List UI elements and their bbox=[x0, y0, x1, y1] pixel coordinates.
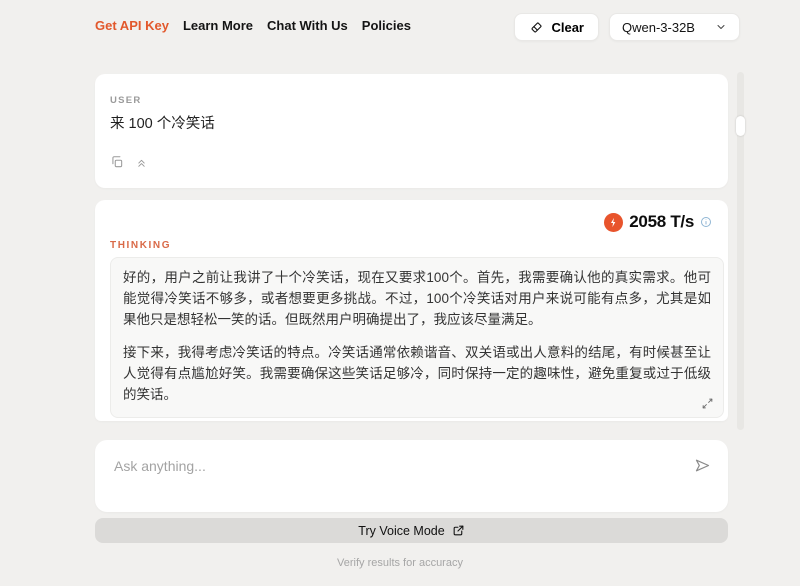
chat-app-screen: Get API Key Learn More Chat With Us Poli… bbox=[0, 0, 800, 586]
expand-icon[interactable] bbox=[701, 397, 714, 410]
chat-scrollbar-thumb[interactable] bbox=[736, 116, 745, 136]
lightning-icon bbox=[604, 213, 623, 232]
header-actions: Clear Qwen-3-32B bbox=[514, 13, 740, 41]
chevron-down-icon bbox=[715, 21, 727, 33]
tokens-per-second-badge: 2058 T/s bbox=[604, 212, 712, 232]
accuracy-disclaimer: Verify results for accuracy bbox=[0, 557, 800, 569]
collapse-icon[interactable] bbox=[135, 155, 148, 169]
thinking-section-label: THINKING bbox=[110, 240, 171, 251]
user-message-card: USER 来 100 个冷笑话 bbox=[95, 74, 728, 188]
send-icon[interactable] bbox=[694, 457, 711, 474]
model-selector-value: Qwen-3-32B bbox=[622, 20, 695, 35]
top-nav: Get API Key Learn More Chat With Us Poli… bbox=[95, 18, 411, 33]
tokens-per-second-value: 2058 T/s bbox=[629, 212, 694, 232]
clear-button-label: Clear bbox=[551, 20, 584, 35]
nav-policies[interactable]: Policies bbox=[362, 18, 411, 33]
voice-mode-button[interactable]: Try Voice Mode bbox=[95, 518, 728, 543]
chat-scrollbar-track[interactable] bbox=[737, 72, 744, 430]
thinking-paragraph: 好的，用户之前让我讲了十个冷笑话，现在又要求100个。首先，我需要确认他的真实需… bbox=[123, 267, 711, 330]
user-role-label: USER bbox=[110, 95, 142, 106]
model-selector[interactable]: Qwen-3-32B bbox=[609, 13, 740, 41]
info-icon[interactable] bbox=[700, 216, 712, 228]
assistant-response-card: 2058 T/s THINKING 好的，用户之前让我讲了十个冷笑话，现在又要求… bbox=[95, 200, 728, 421]
nav-chat-with-us[interactable]: Chat With Us bbox=[267, 18, 348, 33]
chat-input[interactable] bbox=[95, 440, 728, 512]
eraser-icon bbox=[529, 20, 544, 35]
message-composer bbox=[95, 440, 728, 512]
user-message-text: 来 100 个冷笑话 bbox=[110, 112, 215, 133]
clear-button[interactable]: Clear bbox=[514, 13, 599, 41]
nav-get-api-key[interactable]: Get API Key bbox=[95, 18, 169, 33]
thinking-content-box[interactable]: 好的，用户之前让我讲了十个冷笑话，现在又要求100个。首先，我需要确认他的真实需… bbox=[110, 257, 724, 418]
thinking-paragraph: 接下来，我得考虑冷笑话的特点。冷笑话通常依赖谐音、双关语或出人意料的结尾，有时候… bbox=[123, 342, 711, 405]
external-link-icon bbox=[452, 524, 465, 537]
copy-icon[interactable] bbox=[110, 155, 124, 169]
nav-learn-more[interactable]: Learn More bbox=[183, 18, 253, 33]
voice-mode-label: Try Voice Mode bbox=[358, 524, 444, 538]
user-message-actions bbox=[110, 155, 148, 169]
